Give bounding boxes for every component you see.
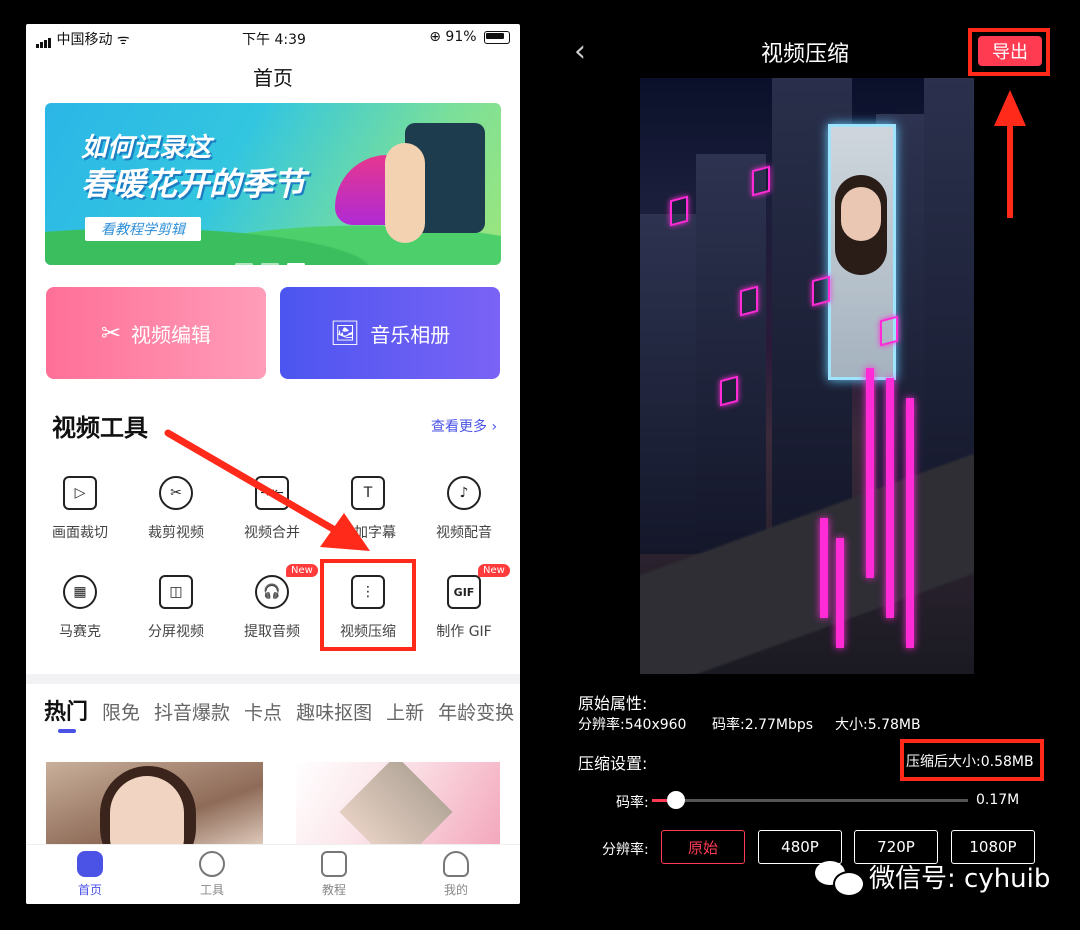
wechat-icon (815, 859, 865, 897)
highlight-box (900, 739, 1044, 781)
tool-split-screen[interactable]: ◫ 分屏视频 (128, 575, 224, 641)
promo-banner[interactable]: 如何记录这 春暖花开的季节 看教程学剪辑 (45, 103, 501, 265)
section-divider (26, 674, 520, 684)
banner-pager (235, 251, 313, 265)
resolution-label: 分辨率: (602, 842, 649, 858)
bottom-nav: 首页 工具 教程 我的 (26, 844, 520, 904)
original-heading: 原始属性: (578, 694, 648, 713)
nav-tools[interactable]: 工具 (172, 851, 252, 898)
music-album-label: 音乐相册 (370, 322, 451, 347)
headphones-icon: 🎧 (255, 575, 289, 609)
tool-label: 制作 GIF (436, 624, 492, 640)
tab-hot[interactable]: 热门 (44, 700, 88, 725)
music-album-card[interactable]: 🖼 音乐相册 (280, 287, 500, 379)
dubbing-icon: ♪ (447, 476, 481, 510)
original-bitrate: 码率:2.77Mbps (712, 717, 814, 733)
battery: ⊕ 91% (429, 29, 510, 45)
category-tabs: 热门 限免 抖音爆款 卡点 趣味抠图 上新 年龄变换 (44, 694, 520, 726)
new-badge: New (286, 564, 318, 577)
page-title: 首页 (253, 66, 293, 90)
status-bar: 中国移动 ᯤ 下午 4:39 ⊕ 91% (26, 24, 520, 52)
bitrate-slider-knob[interactable] (667, 791, 686, 809)
original-size: 大小:5.78MB (835, 717, 921, 733)
gif-icon: GIF (447, 575, 481, 609)
tool-make-gif[interactable]: GIF 制作 GIF (416, 575, 512, 641)
carrier-label: 中国移动 (56, 32, 113, 48)
home-icon (77, 851, 103, 877)
see-more-link[interactable]: 查看更多 › (431, 416, 497, 436)
tool-mosaic[interactable]: ▦ 马赛克 (32, 575, 128, 641)
tab-beat[interactable]: 卡点 (244, 702, 282, 724)
image-icon: 🖼 (329, 319, 361, 347)
nav-tutorial[interactable]: 教程 (294, 851, 374, 898)
banner-line2: 春暖花开的季节 (81, 165, 306, 203)
bitrate-slider-track[interactable] (672, 799, 968, 802)
scissors-icon: ✂ (100, 319, 122, 347)
split-screen-icon: ◫ (159, 575, 193, 609)
tab-douyin[interactable]: 抖音爆款 (154, 702, 230, 724)
original-resolution: 分辨率:540x960 (578, 717, 687, 733)
carrier: 中国移动 ᯤ (36, 29, 130, 49)
video-edit-label: 视频编辑 (131, 322, 212, 347)
annotation-arrow (994, 90, 1026, 218)
crop-icon: ▷ (63, 476, 97, 510)
tool-label: 视频配音 (436, 525, 492, 541)
template-thumbnail[interactable] (46, 762, 263, 852)
play-icon (321, 851, 347, 877)
banner-person-art (385, 143, 425, 243)
bitrate-value: 0.17M (976, 792, 1020, 808)
bitrate-label: 码率: (616, 795, 649, 811)
tab-new[interactable]: 上新 (386, 702, 424, 724)
wifi-icon: ᯤ (116, 32, 130, 48)
mosaic-icon: ▦ (63, 575, 97, 609)
tool-label: 马赛克 (59, 624, 101, 640)
status-time: 下午 4:39 (242, 32, 306, 48)
banner-tag[interactable]: 看教程学剪辑 (85, 217, 201, 241)
highlight-box (968, 28, 1050, 76)
signal-icon (36, 32, 52, 48)
nav-home[interactable]: 首页 (50, 851, 130, 898)
video-preview[interactable] (640, 78, 974, 674)
wechat-watermark: 微信号: cyhuib (815, 858, 1051, 897)
tool-crop[interactable]: ▷ 画面裁切 (32, 476, 128, 542)
cube-icon (199, 851, 225, 877)
template-thumbnail[interactable] (296, 762, 500, 852)
tool-label: 画面裁切 (52, 525, 108, 541)
settings-heading: 压缩设置: (578, 754, 648, 773)
rotation-lock-icon: ⊕ (429, 29, 441, 45)
battery-percent: 91% (445, 29, 477, 45)
tool-extract-audio[interactable]: 🎧 提取音频 (224, 575, 320, 641)
section-title: 视频工具 (52, 414, 148, 442)
tab-cutout[interactable]: 趣味抠图 (296, 702, 372, 724)
battery-icon (484, 30, 510, 44)
tab-free[interactable]: 限免 (102, 702, 140, 724)
video-edit-card[interactable]: ✂ 视频编辑 (46, 287, 266, 379)
tool-dubbing[interactable]: ♪ 视频配音 (416, 476, 512, 542)
resolution-option-original[interactable]: 原始 (661, 830, 745, 864)
watermark-text: 微信号: cyhuib (869, 864, 1051, 894)
annotation-arrow (164, 429, 370, 551)
tab-indicator (58, 729, 76, 733)
tool-label: 提取音频 (244, 624, 300, 640)
new-badge: New (478, 564, 510, 577)
nav-me[interactable]: 我的 (416, 851, 496, 898)
tool-label: 分屏视频 (148, 624, 204, 640)
tab-age[interactable]: 年龄变换 (438, 702, 514, 724)
user-icon (443, 851, 469, 877)
highlight-box (320, 559, 416, 651)
